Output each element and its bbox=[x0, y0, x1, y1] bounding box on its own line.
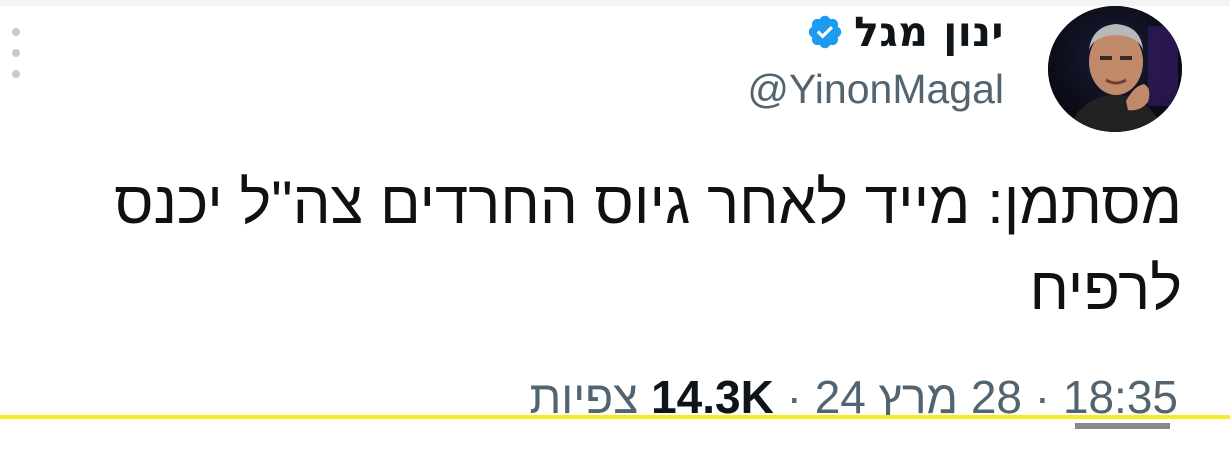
more-dot bbox=[12, 49, 20, 57]
more-dot bbox=[12, 70, 20, 78]
avatar-image bbox=[1048, 6, 1182, 132]
meta-separator: · bbox=[786, 371, 802, 415]
tweet-meta: 18:35 · 28 מרץ 24 · 14.3K צפיות bbox=[529, 370, 1178, 415]
name-row: ינון מגל bbox=[747, 2, 1004, 62]
meta-separator: · bbox=[1034, 371, 1051, 415]
tweet-text: מסתמן: מייד לאחר גיוס החרדים צה"ל יכנס ל… bbox=[114, 169, 1182, 322]
author-block: ינון מגל @YinonMagal bbox=[747, 2, 1004, 113]
more-options-button[interactable] bbox=[6, 28, 26, 78]
tweet-meta-row: 18:35 · 28 מרץ 24 · 14.3K צפיות bbox=[0, 360, 1230, 415]
below-area bbox=[0, 419, 1230, 467]
author-name[interactable]: ינון מגל bbox=[854, 8, 1004, 56]
views-label: צפיות bbox=[529, 371, 639, 415]
tweet-date[interactable]: 28 מרץ 24 bbox=[815, 371, 1022, 415]
views-count: 14.3K bbox=[651, 371, 774, 415]
partial-element bbox=[1075, 423, 1170, 429]
more-vertical-icon bbox=[12, 28, 20, 36]
tweet-time[interactable]: 18:35 bbox=[1063, 371, 1178, 415]
top-strip bbox=[0, 0, 1230, 6]
author-handle[interactable]: @YinonMagal bbox=[747, 66, 1004, 113]
avatar[interactable] bbox=[1048, 6, 1182, 132]
verified-badge-icon bbox=[808, 15, 842, 49]
